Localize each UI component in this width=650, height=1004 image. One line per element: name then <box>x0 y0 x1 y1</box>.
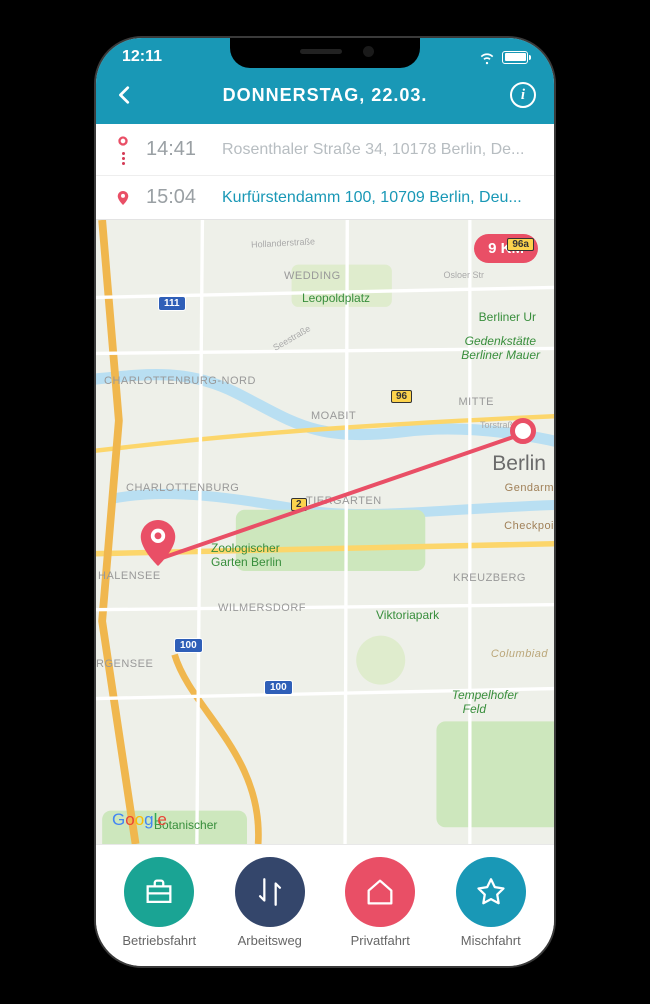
map-label-poi: Berliner Mauer <box>461 348 540 362</box>
map-label-street: Osloer Str <box>443 270 484 280</box>
map-label-poi: Leopoldplatz <box>302 291 370 305</box>
status-time: 12:11 <box>122 48 162 66</box>
map-label-street: Columbiad <box>491 648 548 660</box>
map-label-district: Gendarm <box>505 482 554 494</box>
tab-mixed[interactable]: Mischfahrt <box>436 857 547 948</box>
end-pin-icon <box>116 191 130 205</box>
map-end-marker <box>140 520 176 566</box>
map-label-district: MOABIT <box>311 410 356 422</box>
map-road-shield: 96 <box>391 390 412 403</box>
start-address: Rosenthaler Straße 34, 10178 Berlin, De.… <box>222 141 538 159</box>
end-address: Kurfürstendamm 100, 10709 Berlin, Deu... <box>222 189 538 207</box>
start-pin-icon <box>116 134 130 148</box>
map-view[interactable]: 9 KM Berlin WEDDING MOABIT MITTE CHARLOT… <box>96 220 554 844</box>
map-label-district: HALENSEE <box>98 570 161 582</box>
briefcase-icon <box>142 875 176 909</box>
wifi-icon <box>478 48 496 66</box>
tab-label: Mischfahrt <box>461 933 521 948</box>
phone-frame: 12:11 DONNERSTAG, 22.03. <box>80 22 570 982</box>
map-label-poi: Berliner Ur <box>479 310 536 324</box>
map-road-shield: 96a <box>507 238 534 251</box>
phone-notch <box>230 38 420 68</box>
map-label-district: MITTE <box>459 396 495 408</box>
tab-private[interactable]: Privatfahrt <box>325 857 436 948</box>
tab-label: Privatfahrt <box>351 933 410 948</box>
home-icon <box>363 875 397 909</box>
map-label-district: Checkpoi <box>504 520 554 532</box>
start-time: 14:41 <box>146 138 208 161</box>
tab-label: Arbeitsweg <box>238 933 302 948</box>
map-label-poi: Feld <box>463 702 486 716</box>
map-label-district: CHARLOTTENBURG <box>126 482 239 494</box>
category-toolbar: Betriebsfahrt Arbeitsweg <box>96 844 554 966</box>
map-label-poi: Gedenkstätte <box>465 334 536 348</box>
map-start-marker <box>510 418 536 444</box>
back-button[interactable] <box>110 80 140 110</box>
map-road-shield: 100 <box>264 680 293 695</box>
tab-business[interactable]: Betriebsfahrt <box>104 857 215 948</box>
page-title: DONNERSTAG, 22.03. <box>140 85 510 106</box>
map-label-poi: Garten Berlin <box>211 555 282 569</box>
commute-arrows-icon <box>253 875 287 909</box>
phone-bezel: 12:11 DONNERSTAG, 22.03. <box>94 36 556 968</box>
map-label-district: KREUZBERG <box>453 572 526 584</box>
map-road-shield: 111 <box>158 296 186 311</box>
map-label-district: CHARLOTTENBURG-NORD <box>104 375 256 387</box>
tab-label: Betriebsfahrt <box>122 933 196 948</box>
map-label-district: WEDDING <box>284 270 341 282</box>
route-dots-icon <box>122 152 125 165</box>
map-label-district: RGENSEE <box>96 658 153 670</box>
info-icon: i <box>521 87 525 104</box>
map-label-poi: Zoologischer <box>211 541 280 555</box>
trip-start-row[interactable]: 14:41 Rosenthaler Straße 34, 10178 Berli… <box>96 124 554 175</box>
chevron-left-icon <box>114 84 136 106</box>
map-attribution: Google <box>112 810 167 830</box>
map-label-poi: Viktoriapark <box>376 608 439 622</box>
trip-end-row[interactable]: 15:04 Kurfürstendamm 100, 10709 Berlin, … <box>96 175 554 219</box>
map-label-district: WILMERSDORF <box>218 602 306 614</box>
end-time: 15:04 <box>146 186 208 209</box>
battery-icon <box>502 51 528 64</box>
trip-summary: 14:41 Rosenthaler Straße 34, 10178 Berli… <box>96 124 554 220</box>
map-label-poi: Tempelhofer <box>452 688 518 702</box>
map-road-shield: 100 <box>174 638 203 653</box>
map-label-city: Berlin <box>492 452 546 476</box>
info-button[interactable]: i <box>510 82 536 108</box>
nav-bar: DONNERSTAG, 22.03. i <box>96 72 554 124</box>
app-screen: 12:11 DONNERSTAG, 22.03. <box>96 38 554 966</box>
star-icon <box>474 875 508 909</box>
tab-commute[interactable]: Arbeitsweg <box>215 857 326 948</box>
